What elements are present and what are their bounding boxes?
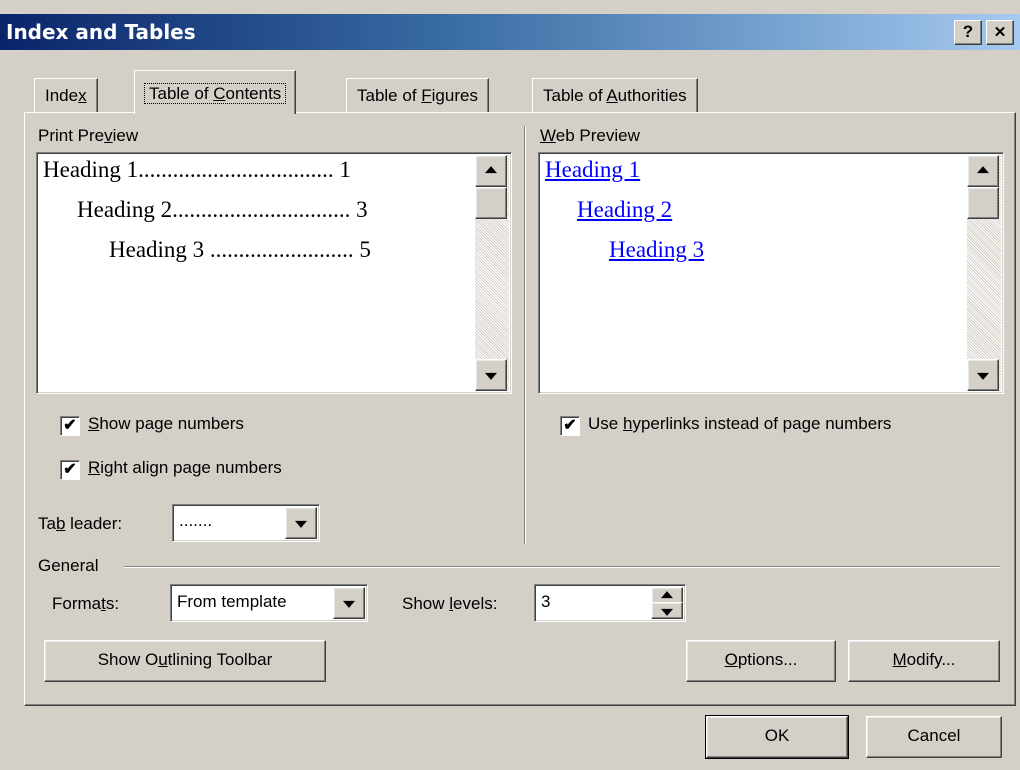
web-preview-label: Web Preview (540, 126, 640, 145)
tab-leader-label: Tab leader: (38, 514, 123, 533)
scroll-up-button[interactable] (967, 155, 999, 187)
close-button[interactable]: ✕ (986, 20, 1014, 45)
use-hyperlinks-label: Use hyperlinks instead of page numbers (588, 414, 892, 433)
window-title: Index and Tables (6, 20, 196, 44)
web-preview-link-1[interactable]: Heading 1 (545, 157, 640, 183)
title-bar: Index and Tables ? ✕ (0, 14, 1020, 50)
ok-button[interactable]: OK (705, 715, 849, 759)
tab-leader-select[interactable]: ....... (172, 504, 320, 542)
use-hyperlinks-checkbox[interactable]: ✔ (560, 416, 580, 436)
show-page-numbers-label: Show page numbers (88, 414, 244, 433)
scroll-down-button[interactable] (475, 359, 507, 391)
web-preview-link-2[interactable]: Heading 2 (577, 197, 672, 223)
show-levels-spinner[interactable]: 3 (534, 584, 686, 622)
web-preview-link-3[interactable]: Heading 3 (609, 237, 704, 263)
modify-button[interactable]: Modify... (848, 640, 1000, 682)
tab-leader-dropdown-button[interactable] (285, 507, 317, 539)
print-preview-label: Print Preview (38, 126, 139, 145)
print-preview-scrollbar[interactable] (475, 155, 509, 391)
scroll-thumb[interactable] (967, 187, 999, 219)
print-preview-box[interactable]: Heading 1...............................… (36, 152, 512, 394)
scroll-up-button[interactable] (475, 155, 507, 187)
levels-down-button[interactable] (651, 602, 683, 619)
show-levels-label: Show levels: (402, 594, 498, 613)
formats-select[interactable]: From template (170, 584, 368, 622)
scroll-down-button[interactable] (967, 359, 999, 391)
close-icon: ✕ (993, 24, 1007, 41)
general-group-title: General (38, 556, 99, 575)
formats-value: From template (177, 592, 287, 611)
right-align-checkbox[interactable]: ✔ (60, 460, 80, 480)
tab-table-of-authorities[interactable]: Table of Authorities (532, 78, 698, 113)
right-align-label: Right align page numbers (88, 458, 282, 477)
general-separator (124, 566, 1000, 567)
options-button[interactable]: Options... (686, 640, 836, 682)
show-page-numbers-checkbox[interactable]: ✔ (60, 416, 80, 436)
scroll-thumb[interactable] (475, 187, 507, 219)
web-preview-scrollbar[interactable] (967, 155, 1001, 391)
web-preview-box[interactable]: Heading 1 Heading 2 Heading 3 (538, 152, 1004, 394)
tab-table-of-figures[interactable]: Table of Figures (346, 78, 489, 113)
formats-dropdown-button[interactable] (333, 587, 365, 619)
print-preview-line-1: Heading 1...............................… (43, 157, 351, 182)
show-levels-value: 3 (541, 592, 551, 611)
cancel-button[interactable]: Cancel (866, 716, 1002, 758)
print-preview-line-3: Heading 3 ......................... 5 (109, 237, 371, 262)
formats-label: Formats: (52, 594, 120, 613)
tab-index[interactable]: Index (34, 78, 98, 113)
vertical-divider (524, 126, 525, 544)
help-button[interactable]: ? (954, 20, 982, 45)
show-outlining-toolbar-button[interactable]: Show Outlining Toolbar (44, 640, 326, 682)
print-preview-line-2: Heading 2...............................… (77, 197, 368, 222)
tab-leader-value: ....... (179, 511, 213, 530)
tab-table-of-contents[interactable]: Table of Contents (134, 70, 297, 114)
